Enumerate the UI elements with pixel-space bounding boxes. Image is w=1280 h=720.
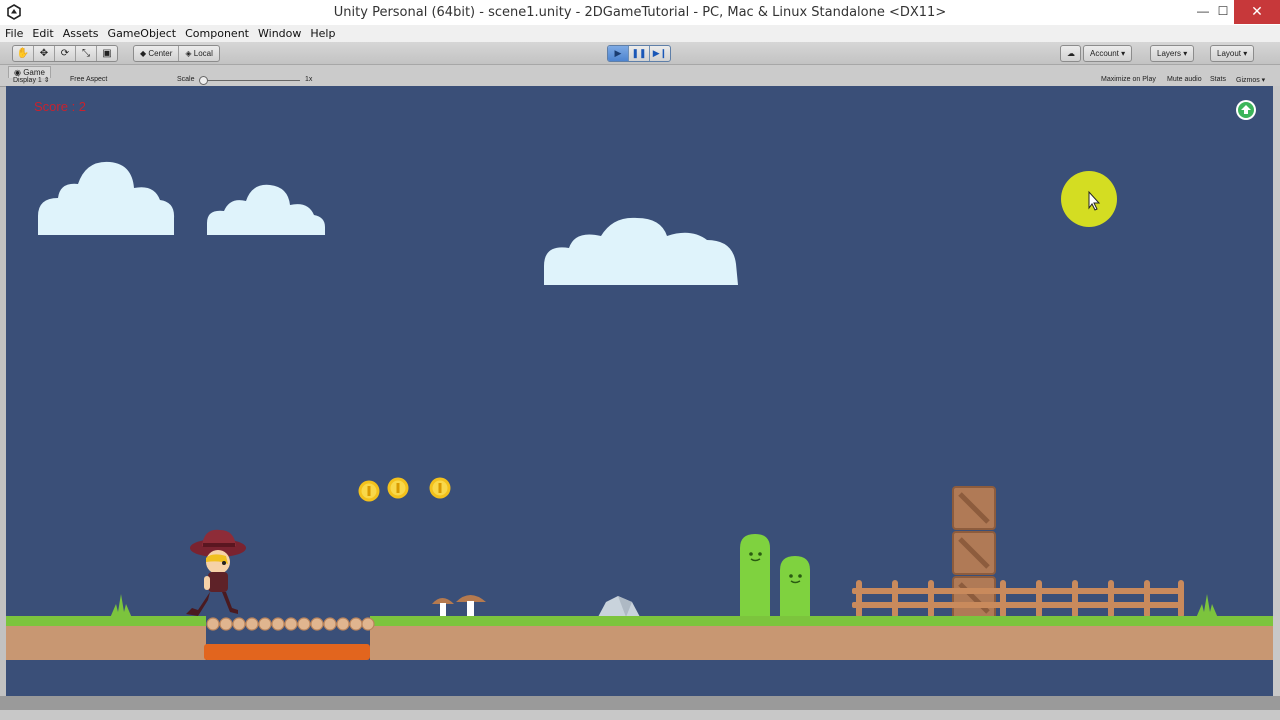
layers-dropdown[interactable]: Layers ▾ (1150, 45, 1195, 62)
rotate-tool-icon[interactable]: ⟳ (55, 46, 76, 61)
pivot-toggles: ◆ Center ◈ Local (133, 45, 220, 62)
game-view-scrollbar[interactable] (1273, 86, 1280, 696)
menu-gameobject[interactable]: GameObject (103, 25, 181, 40)
score-label: Score : 2 (34, 99, 87, 114)
move-tool-icon[interactable]: ✥ (34, 46, 55, 61)
coin-icon (358, 480, 380, 502)
player-character (186, 529, 246, 616)
cloud-icon (38, 161, 175, 235)
menu-window[interactable]: Window (253, 25, 305, 40)
scale-slider-handle[interactable] (199, 76, 208, 85)
fence-icon (852, 580, 1184, 618)
rect-tool-icon[interactable]: ▣ (97, 46, 117, 61)
pause-game-icon[interactable] (1235, 99, 1257, 121)
cloud-icon (207, 184, 325, 235)
window-titlebar: Unity Personal (64bit) - scene1.unity - … (0, 0, 1280, 26)
grass-tuft-icon (110, 594, 132, 618)
close-button[interactable]: ✕ (1234, 0, 1280, 24)
playback-controls: ▶ ❚❚ ▶❙ (607, 45, 671, 62)
cloud-icon[interactable]: ☁ (1060, 45, 1081, 62)
account-dropdown[interactable]: Account ▾ (1083, 45, 1133, 62)
cursor-highlight-icon (1061, 171, 1117, 227)
scale-value: 1x (305, 76, 313, 83)
rock-icon (598, 596, 640, 617)
step-icon[interactable]: ▶❙ (650, 46, 670, 61)
stats-toggle[interactable]: Stats (1210, 76, 1226, 83)
scale-label: Scale (177, 76, 195, 83)
game-viewport[interactable]: Score : 2 (6, 86, 1273, 696)
menu-help[interactable]: Help (305, 25, 339, 40)
main-toolbar: ✋ ✥ ⟳ ⤡ ▣ ◆ Center ◈ Local ▶ ❚❚ ▶❙ ☁ Acc… (0, 42, 1280, 65)
maximize-on-play-toggle[interactable]: Maximize on Play (1101, 76, 1156, 83)
menu-bar: File Edit Assets GameObject Component Window H… (0, 25, 1280, 42)
hand-tool-icon[interactable]: ✋ (13, 46, 34, 61)
pivot-center-button[interactable]: ◆ Center (134, 46, 180, 61)
coin-icon (387, 477, 409, 499)
play-icon[interactable]: ▶ (608, 46, 629, 61)
gizmos-dropdown[interactable]: Gizmos ▾ (1236, 76, 1265, 84)
ground-platform (6, 616, 1273, 660)
scale-tool-icon[interactable]: ⤡ (76, 46, 97, 61)
menu-edit[interactable]: Edit (27, 25, 57, 40)
transform-tools: ✋ ✥ ⟳ ⤡ ▣ (12, 45, 118, 62)
game-tab-header: ◉ Game Display 1 ⇕ Free Aspect Scale 1x … (0, 65, 1280, 87)
horizontal-scrollbar[interactable] (0, 696, 1280, 710)
bottom-status-strip (0, 696, 1280, 720)
scale-slider-track[interactable] (203, 80, 300, 81)
layout-dropdown[interactable]: Layout ▾ (1210, 45, 1255, 62)
cloud-icon (544, 217, 738, 285)
aspect-dropdown[interactable]: Free Aspect (70, 76, 107, 83)
coin-icon (429, 477, 451, 499)
mute-audio-toggle[interactable]: Mute audio (1167, 76, 1202, 83)
menu-file[interactable]: File (0, 25, 27, 40)
pause-button-icon[interactable]: ❚❚ (629, 46, 650, 61)
pivot-local-button[interactable]: ◈ Local (179, 46, 219, 61)
window-title: Unity Personal (64bit) - scene1.unity - … (333, 5, 947, 20)
menu-assets[interactable]: Assets (58, 25, 103, 40)
grass-tuft-icon (1196, 594, 1218, 618)
display-dropdown[interactable]: Display 1 ⇕ (13, 76, 50, 84)
menu-component[interactable]: Component (180, 25, 253, 40)
green-blob-enemy (740, 534, 810, 618)
